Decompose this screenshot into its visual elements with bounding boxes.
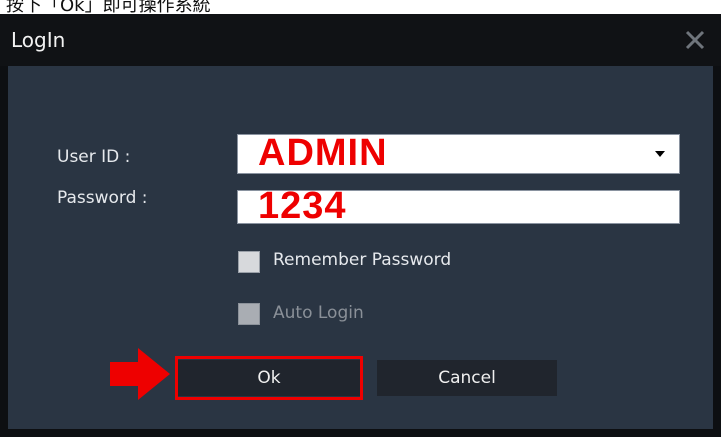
title-bar: LogIn [0,14,721,66]
top-caption-strip: 按下「Ok」即可操作系統 [0,0,721,14]
top-caption-text: 按下「Ok」即可操作系統 [6,0,211,14]
ok-button-highlight [175,356,363,400]
dialog-title: LogIn [11,28,66,52]
password-field[interactable]: 1234 [237,185,680,227]
user-id-value: ADMIN [258,132,388,174]
close-icon[interactable] [683,28,707,52]
chevron-down-icon[interactable] [655,151,665,157]
cancel-button[interactable]: Cancel [377,360,557,396]
login-panel: User ID : ADMIN Password : 1234 Remember… [8,66,713,429]
password-value: 1234 [258,185,347,227]
user-id-dropdown[interactable]: ADMIN [237,132,680,174]
right-arrow-icon [110,348,170,400]
login-dialog: LogIn User ID : ADMIN Password : 1234 Re… [0,14,721,437]
user-id-label: User ID : [57,147,131,167]
password-label: Password : [57,188,148,208]
auto-login-checkbox [238,303,260,325]
remember-password-checkbox[interactable] [238,251,260,273]
remember-password-label[interactable]: Remember Password [273,250,451,270]
auto-login-label: Auto Login [273,303,364,323]
